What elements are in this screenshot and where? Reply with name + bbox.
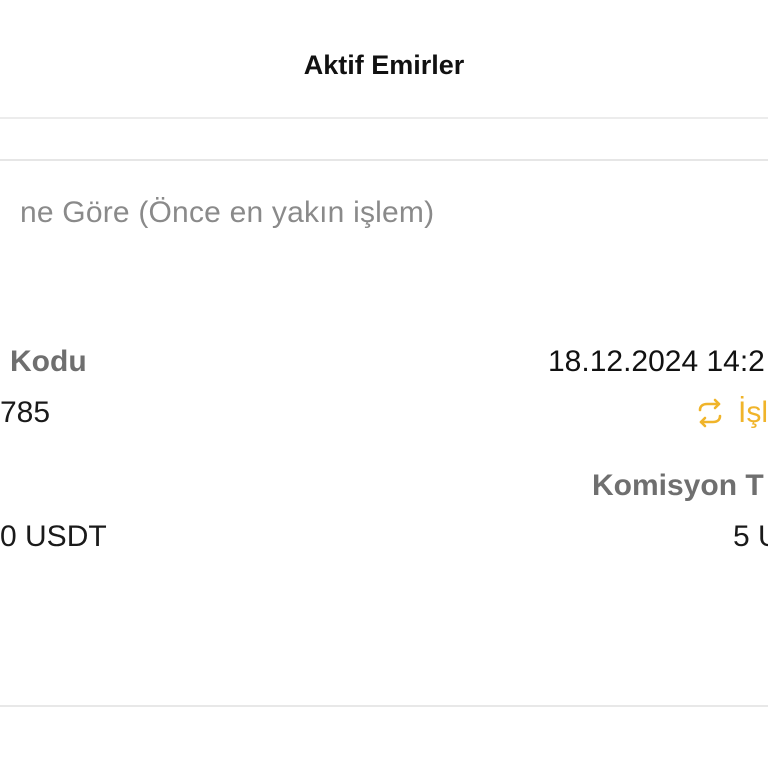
header-bar: Aktif Emirler xyxy=(0,0,768,119)
active-orders-screen: Aktif Emirler ne Göre (Önce en yakın işl… xyxy=(0,0,768,768)
order-code-value: 785 xyxy=(0,396,51,429)
order-amount-value: 0 USDT xyxy=(0,520,107,553)
order-code-label: Kodu xyxy=(10,345,87,378)
page-title: Aktif Emirler xyxy=(303,50,465,80)
divider xyxy=(0,705,768,707)
commission-label: Komisyon T xyxy=(592,469,764,502)
order-datetime: 18.12.2024 14:2 xyxy=(548,345,765,378)
repeat-arrows-icon xyxy=(698,398,722,428)
order-status: İşl xyxy=(694,396,768,430)
commission-value: 5 U xyxy=(733,520,768,553)
sort-label[interactable]: ne Göre (Önce en yakın işlem) xyxy=(20,196,434,230)
order-status-text: İşl xyxy=(738,396,768,429)
